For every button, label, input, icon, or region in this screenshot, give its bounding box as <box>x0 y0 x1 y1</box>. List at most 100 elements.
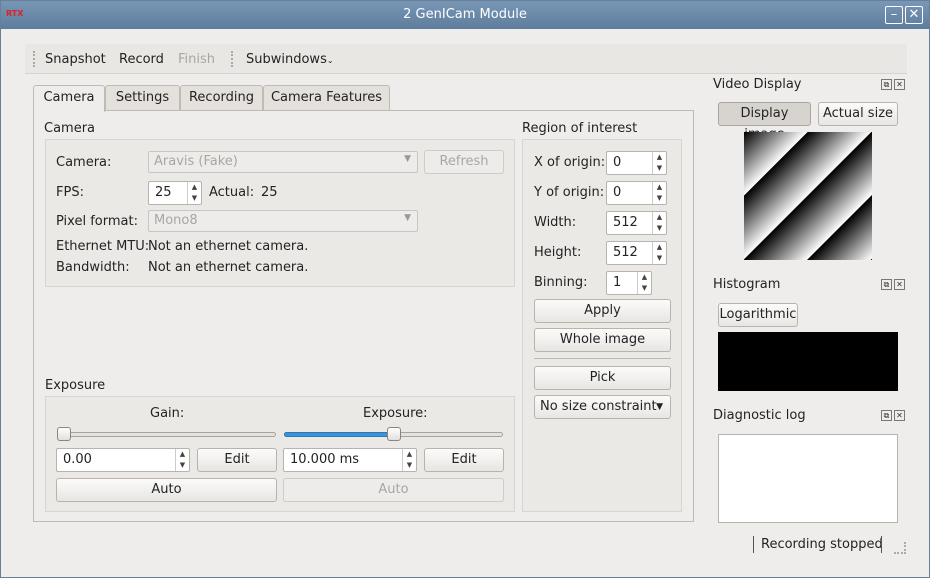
record-button[interactable]: Record <box>119 52 164 67</box>
pixel-format-value: Mono8 <box>154 213 198 228</box>
histogram-title: Histogram <box>713 277 781 292</box>
spin-arrows-icon[interactable]: ▲ ▼ <box>402 449 416 471</box>
camera-label: Camera: <box>56 155 112 170</box>
float-icon[interactable]: ⧉ <box>881 79 892 90</box>
camera-select-value: Aravis (Fake) <box>154 154 238 169</box>
exposure-edit-button[interactable]: Edit <box>424 448 504 472</box>
close-icon[interactable]: ✕ <box>894 279 905 290</box>
status-text: Recording stopped <box>761 537 883 552</box>
status-separator <box>881 536 882 553</box>
actual-size-button[interactable]: Actual size <box>818 102 898 126</box>
exposure-auto-button[interactable]: Auto <box>283 478 504 502</box>
video-preview-pattern <box>744 132 872 260</box>
video-display-title: Video Display <box>713 77 802 92</box>
height-input[interactable]: 512 ▲ ▼ <box>606 241 667 265</box>
x-origin-input[interactable]: 0 ▲ ▼ <box>606 151 667 175</box>
roi-divider <box>534 358 671 359</box>
subwindows-button[interactable]: Subwindows⌄ <box>246 52 334 67</box>
toolbar-grip-2[interactable] <box>231 51 235 67</box>
spin-arrows-icon[interactable]: ▲ ▼ <box>175 449 189 471</box>
x-origin-label: X of origin: <box>534 155 606 170</box>
resize-grip-icon[interactable] <box>894 542 906 554</box>
width-label: Width: <box>534 215 577 230</box>
camera-heading: Camera <box>44 121 96 136</box>
chevron-down-icon: ⌄ <box>326 56 334 65</box>
refresh-button[interactable]: Refresh <box>424 150 504 174</box>
tab-camera-features[interactable]: Camera Features <box>263 85 390 111</box>
width-value: 512 <box>613 215 638 230</box>
gain-auto-button[interactable]: Auto <box>56 478 277 502</box>
float-icon[interactable]: ⧉ <box>881 410 892 421</box>
tab-camera[interactable]: Camera <box>33 85 105 112</box>
size-constraint-select[interactable]: No size constraint ▼ <box>534 395 671 419</box>
window-title: 2 GenICam Module <box>403 7 527 22</box>
whole-image-button[interactable]: Whole image <box>534 328 671 352</box>
minimize-icon[interactable]: – <box>885 6 903 24</box>
gain-input[interactable]: 0.00 ▲ ▼ <box>56 448 190 472</box>
toolbar: Snapshot Record Finish Subwindows⌄ <box>25 44 907 74</box>
histogram-plot <box>718 332 898 391</box>
exposure-input[interactable]: 10.000 ms ▲ ▼ <box>283 448 417 472</box>
diagnostic-log-title: Diagnostic log <box>713 408 806 423</box>
gain-edit-button[interactable]: Edit <box>197 448 277 472</box>
close-icon[interactable]: ✕ <box>905 6 923 24</box>
toolbar-grip[interactable] <box>33 51 37 67</box>
roi-heading: Region of interest <box>522 121 638 136</box>
pixel-format-label: Pixel format: <box>56 214 138 229</box>
height-value: 512 <box>613 245 638 260</box>
bandwidth-value: Not an ethernet camera. <box>148 260 309 275</box>
tab-recording[interactable]: Recording <box>180 85 263 111</box>
actual-label: Actual: <box>209 185 255 200</box>
binning-value: 1 <box>613 275 622 290</box>
display-image-button[interactable]: Display image <box>718 102 811 142</box>
camera-select[interactable]: Aravis (Fake) ▼ <box>148 151 418 173</box>
bandwidth-label: Bandwidth: <box>56 260 130 275</box>
exposure-heading: Exposure <box>45 378 106 393</box>
y-origin-label: Y of origin: <box>534 185 605 200</box>
finish-button[interactable]: Finish <box>178 52 215 67</box>
mtu-label: Ethernet MTU: <box>56 239 150 254</box>
title-bar: RTX 2 GenICam Module – ✕ <box>1 1 929 29</box>
binning-label: Binning: <box>534 275 588 290</box>
snapshot-button[interactable]: Snapshot <box>45 52 106 67</box>
spin-arrows-icon[interactable]: ▲ ▼ <box>652 212 666 234</box>
gain-slider[interactable] <box>57 432 276 437</box>
spin-arrows-icon[interactable]: ▲ ▼ <box>652 182 666 204</box>
chevron-down-icon: ▼ <box>404 213 411 223</box>
size-constraint-value: No size constraint <box>540 399 657 414</box>
spin-arrows-icon[interactable]: ▲ ▼ <box>187 182 201 204</box>
spin-arrows-icon[interactable]: ▲ ▼ <box>652 152 666 174</box>
mtu-value: Not an ethernet camera. <box>148 239 309 254</box>
gain-slider-handle[interactable] <box>57 427 71 441</box>
close-icon[interactable]: ✕ <box>894 79 905 90</box>
tab-settings[interactable]: Settings <box>105 85 180 111</box>
pick-button[interactable]: Pick <box>534 366 671 390</box>
video-preview-image <box>744 132 872 260</box>
diagnostic-log-area[interactable] <box>718 434 898 523</box>
chevron-down-icon: ▼ <box>656 402 663 412</box>
y-origin-input[interactable]: 0 ▲ ▼ <box>606 181 667 205</box>
exposure-slider-handle[interactable] <box>386 427 401 441</box>
binning-input[interactable]: 1 ▲ ▼ <box>606 271 652 295</box>
float-icon[interactable]: ⧉ <box>881 279 892 290</box>
exposure-value: 10.000 ms <box>290 452 360 467</box>
gain-label: Gain: <box>150 406 185 421</box>
pixel-format-select[interactable]: Mono8 ▼ <box>148 210 418 232</box>
main-window: RTX 2 GenICam Module – ✕ Snapshot Record… <box>0 0 930 578</box>
status-separator <box>753 536 754 553</box>
exposure-label: Exposure: <box>363 406 428 421</box>
spin-arrows-icon[interactable]: ▲ ▼ <box>637 272 651 294</box>
actual-value: 25 <box>261 185 278 200</box>
fps-value: 25 <box>155 185 172 200</box>
fps-label: FPS: <box>56 185 84 200</box>
close-icon[interactable]: ✕ <box>894 410 905 421</box>
fps-input[interactable]: 25 ▲ ▼ <box>148 181 202 205</box>
exposure-slider-fill <box>284 432 394 437</box>
logarithmic-button[interactable]: Logarithmic <box>718 303 798 327</box>
x-origin-value: 0 <box>613 155 622 170</box>
spin-arrows-icon[interactable]: ▲ ▼ <box>652 242 666 264</box>
apply-button[interactable]: Apply <box>534 299 671 323</box>
gain-value: 0.00 <box>63 452 92 467</box>
chevron-down-icon: ▼ <box>404 154 411 164</box>
width-input[interactable]: 512 ▲ ▼ <box>606 211 667 235</box>
